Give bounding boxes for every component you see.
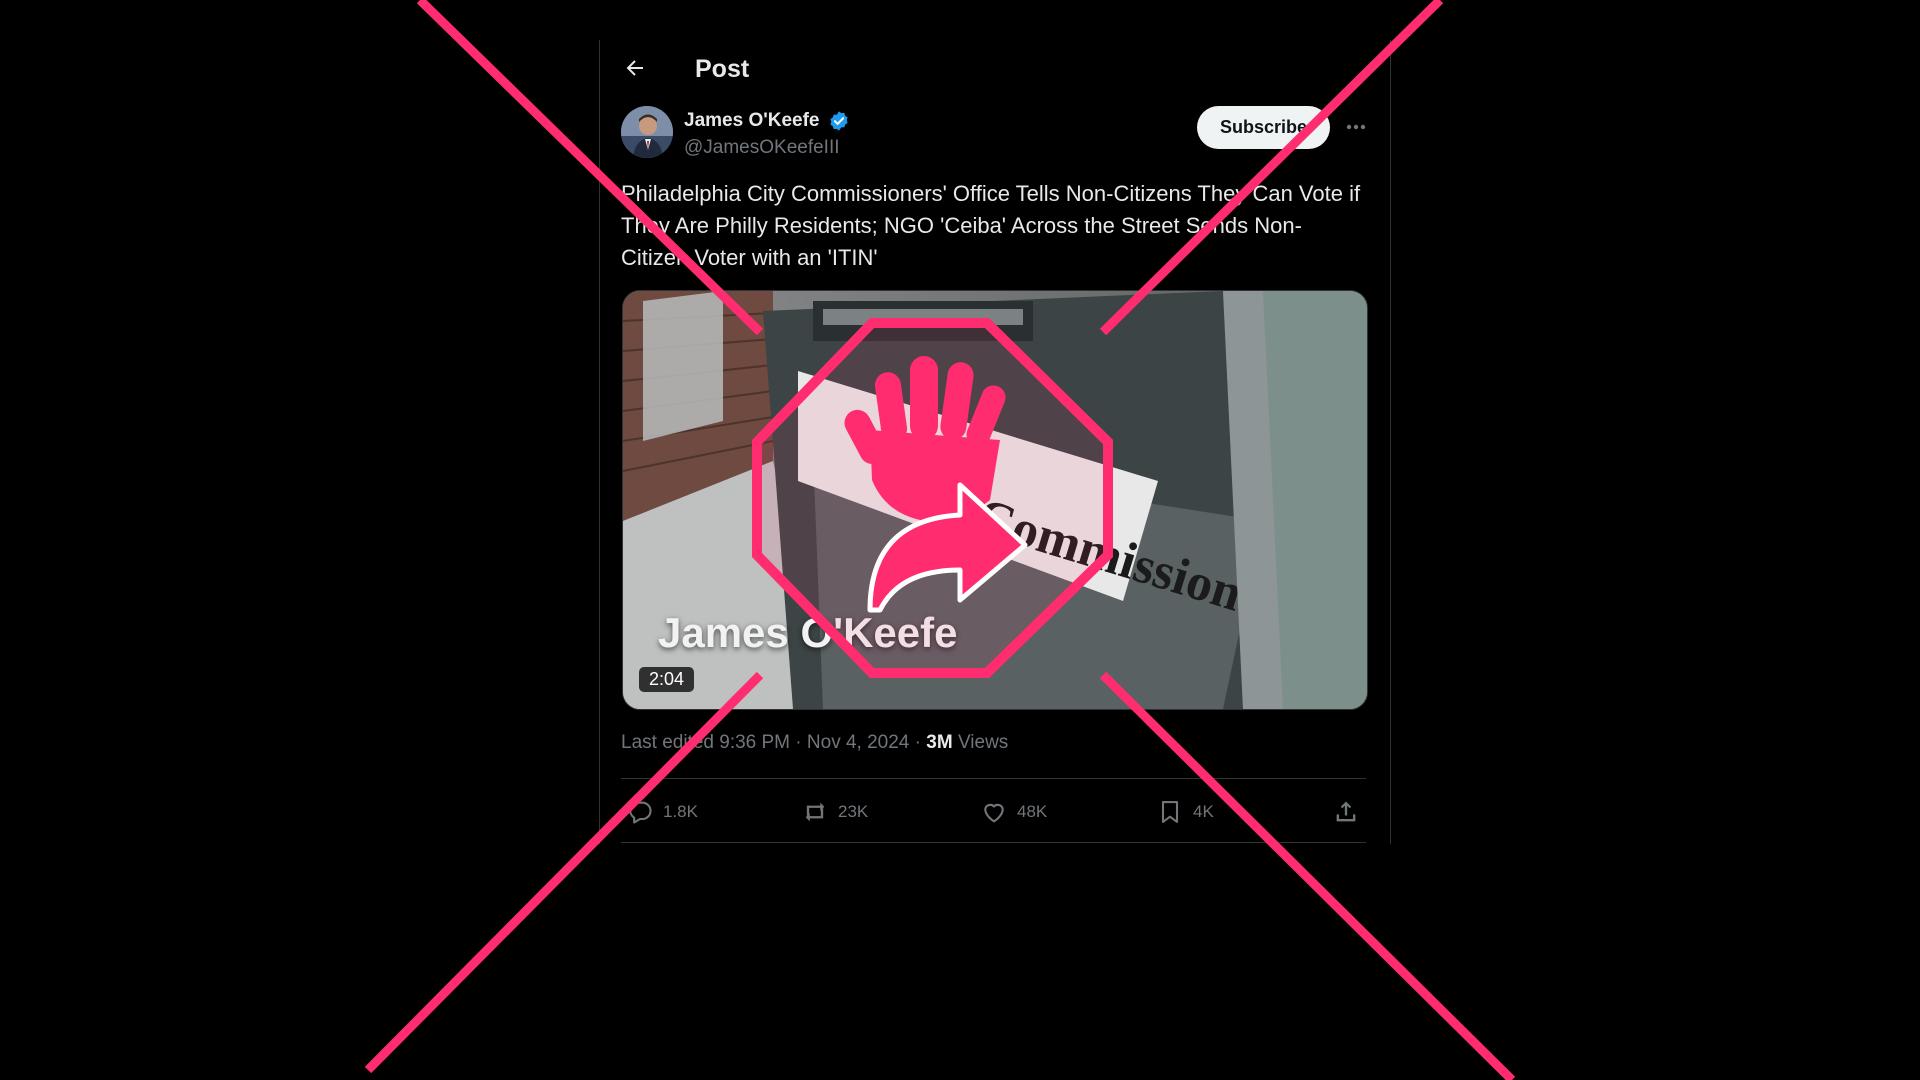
page-title: Post: [695, 55, 750, 83]
arrow-left-icon[interactable]: [623, 56, 647, 80]
video-player[interactable]: Commissioners James O'Keefe 2:04: [622, 290, 1368, 710]
author-handle[interactable]: @JamesOKeefeIII: [684, 137, 840, 159]
repost-icon: [805, 802, 825, 822]
post-header: Post: [599, 40, 1389, 100]
edited-label[interactable]: Last edited: [621, 732, 714, 753]
share-icon: [1336, 801, 1356, 822]
reply-icon: [629, 801, 652, 824]
video-overlay-text: James O'Keefe: [658, 609, 958, 656]
post-actions: 1.8K 23K 48K 4K: [621, 790, 1366, 832]
like-button[interactable]: 48K: [980, 798, 1047, 826]
reply-count: 1.8K: [663, 802, 698, 821]
post-date[interactable]: Nov 4, 2024: [807, 732, 909, 753]
post-meta: Last edited 9:36 PM · Nov 4, 2024 · 3M V…: [621, 732, 1009, 753]
post-author: James O'Keefe @JamesOKeefeIII Subscribe: [621, 106, 1366, 162]
more-horizontal-icon[interactable]: [1343, 114, 1369, 140]
share-button[interactable]: [1332, 798, 1369, 826]
verified-badge-icon: [830, 111, 848, 131]
bookmark-count: 4K: [1193, 802, 1214, 821]
video-duration: 2:04: [639, 667, 695, 692]
screenshot-page: Post James O'Keefe @JamesOKeefeIII Subsc…: [0, 0, 1920, 1080]
views-label: Views: [957, 732, 1009, 753]
bookmark-button[interactable]: 4K: [1156, 798, 1214, 826]
post-text: Philadelphia City Commissioners' Office …: [621, 181, 1361, 270]
avatar[interactable]: [621, 106, 673, 158]
avatar-image: [621, 106, 673, 158]
post-time[interactable]: 9:36 PM: [719, 732, 790, 753]
divider: [621, 778, 1366, 779]
views-count: 3M: [926, 732, 953, 753]
repost-button[interactable]: 23K: [801, 798, 868, 826]
repost-count: 23K: [838, 802, 869, 821]
heart-icon: [984, 803, 1004, 823]
reply-button[interactable]: 1.8K: [626, 798, 698, 826]
author-name[interactable]: James O'Keefe: [684, 110, 820, 132]
bookmark-icon: [1161, 801, 1179, 823]
divider: [621, 842, 1366, 843]
subscribe-button[interactable]: Subscribe: [1197, 106, 1330, 149]
like-count: 48K: [1017, 802, 1048, 821]
